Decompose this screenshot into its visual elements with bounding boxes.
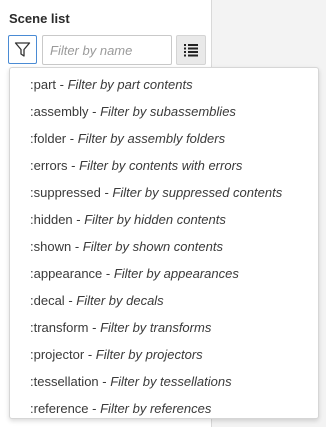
list-view-button[interactable] [176,35,206,65]
separator: - [67,158,80,173]
filter-option-appearance[interactable]: :appearance - Filter by appearances [30,263,239,285]
filter-option-assembly[interactable]: :assembly - Filter by subassemblies [30,101,236,123]
separator: - [88,104,101,119]
filter-keyword: :tessellation [30,374,99,389]
separator: - [64,293,77,308]
filter-keyword: :suppressed [30,185,101,200]
filter-keyword: :decal [30,293,65,308]
filter-description: Filter by part contents [67,77,193,92]
filter-keyword: :assembly [30,104,89,119]
filter-option-shown[interactable]: :shown - Filter by shown contents [30,236,223,258]
filter-keyword: :transform [30,320,89,335]
separator: - [98,374,111,389]
separator: - [88,320,101,335]
filter-option-projector[interactable]: :projector - Filter by projectors [30,344,203,366]
filter-option-transform[interactable]: :transform - Filter by transforms [30,317,211,339]
filter-description: Filter by references [100,401,212,416]
filter-keyword: :hidden [30,212,73,227]
filter-button[interactable] [8,35,37,64]
separator: - [66,131,78,146]
filter-option-reference[interactable]: :reference - Filter by references [30,398,211,420]
filter-keyword: :errors [30,158,68,173]
separator: - [84,347,96,362]
filter-description: Filter by transforms [100,320,212,335]
separator: - [102,266,114,281]
filter-description: Filter by decals [76,293,164,308]
filter-description: Filter by shown contents [82,239,223,254]
filter-description: Filter by contents with errors [79,158,243,173]
list-view-icon [184,44,198,57]
separator: - [71,239,83,254]
filter-option-decal[interactable]: :decal - Filter by decals [30,290,164,312]
funnel-icon [14,42,31,57]
filter-option-errors[interactable]: :errors - Filter by contents with errors [30,155,242,177]
filter-description: Filter by tessellations [110,374,232,389]
filter-description: Filter by assembly folders [77,131,226,146]
filter-keyword: :reference [30,401,89,416]
filter-option-part[interactable]: :part - Filter by part contents [30,74,193,96]
separator: - [72,212,85,227]
separator: - [100,185,113,200]
separator: - [88,401,101,416]
filter-description: Filter by hidden contents [84,212,226,227]
filter-option-suppressed[interactable]: :suppressed - Filter by suppressed conte… [30,182,282,204]
filter-keyword: :appearance [30,266,103,281]
filter-description: Filter by suppressed contents [112,185,283,200]
filter-keyword: :shown [30,239,72,254]
filter-suggestions-dropdown: :part - Filter by part contents :assembly… [9,67,319,419]
page: Scene list :part - Filter by part conten… [0,0,326,427]
filter-description: Filter by subassemblies [100,104,236,119]
filter-keyword: :folder [30,131,67,146]
filter-description: Filter by appearances [113,266,239,281]
filter-by-name-input[interactable] [42,35,172,65]
filter-option-hidden[interactable]: :hidden - Filter by hidden contents [30,209,226,231]
filter-option-tessellation[interactable]: :tessellation - Filter by tessellations [30,371,232,393]
panel-title: Scene list [9,11,70,26]
filter-option-folder[interactable]: :folder - Filter by assembly folders [30,128,225,150]
filter-description: Filter by projectors [95,347,203,362]
separator: - [56,77,68,92]
filter-keyword: :projector [30,347,85,362]
filter-keyword: :part [30,77,57,92]
